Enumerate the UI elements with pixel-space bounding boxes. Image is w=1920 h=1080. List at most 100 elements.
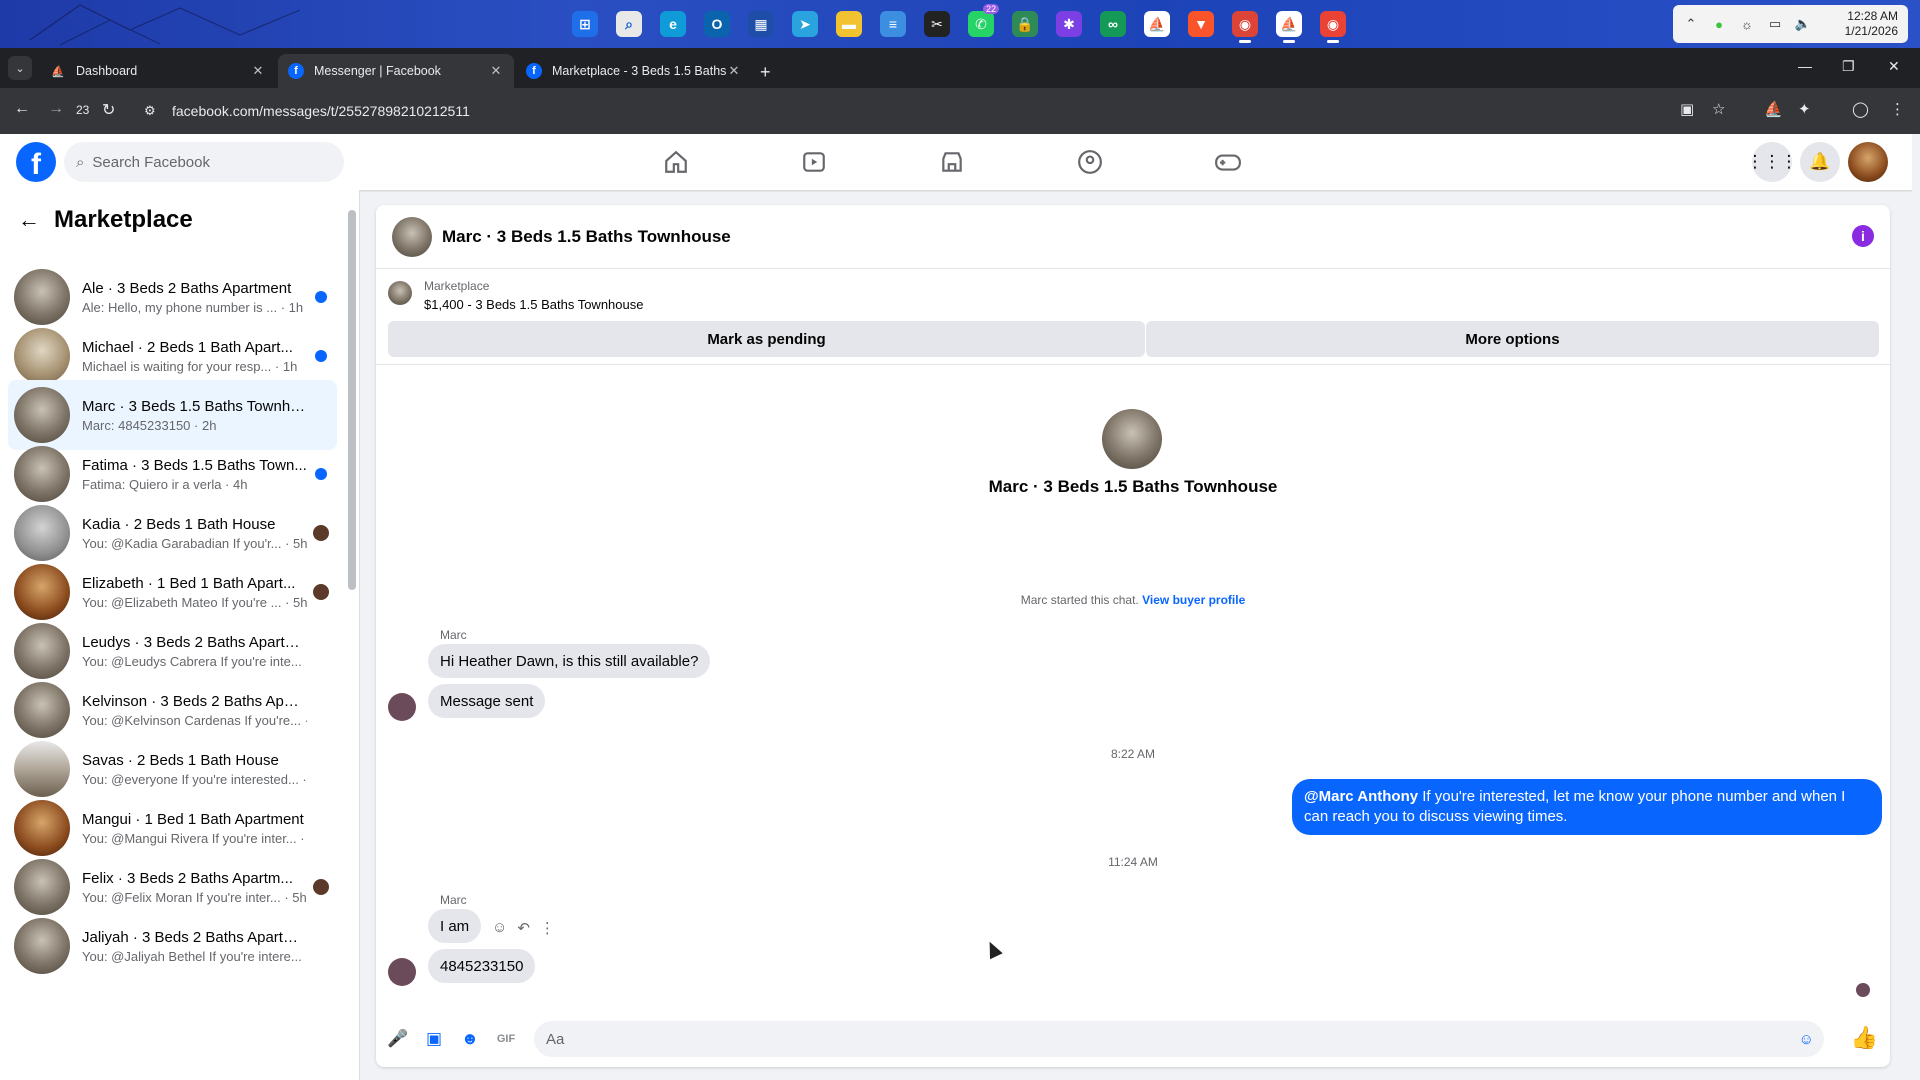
microphone-icon[interactable]: 🎤 [380, 1021, 416, 1057]
mention[interactable]: @Marc Anthony [1304, 788, 1418, 805]
close-tab-icon[interactable]: ✕ [250, 63, 266, 79]
account-avatar[interactable] [1848, 142, 1888, 182]
forward-icon[interactable]: → [48, 100, 64, 118]
sender-avatar[interactable] [388, 693, 416, 721]
react-emoji-icon[interactable]: ☺ [492, 919, 507, 937]
profile-icon[interactable]: ◯ [1852, 100, 1869, 118]
brave-icon[interactable]: ▼ [1181, 4, 1221, 44]
sailboat-app-2-icon[interactable]: ⛵ [1269, 4, 1309, 44]
chrome-icon[interactable]: ◉ [1225, 4, 1265, 44]
telegram-icon[interactable]: ➤ [785, 4, 825, 44]
edge-icon[interactable]: e [653, 4, 693, 44]
store-icon[interactable]: ▦ [741, 4, 781, 44]
video-icon[interactable] [758, 134, 870, 190]
outlook-icon[interactable]: O [697, 4, 737, 44]
page-scrollbar[interactable] [1912, 134, 1920, 1080]
more-options-button[interactable]: More options [1146, 321, 1879, 357]
file-explorer-icon[interactable]: ▬ [829, 4, 869, 44]
windows-start-icon[interactable]: ⊞ [565, 4, 605, 44]
app-glyph: ⌕ [616, 11, 642, 37]
sender-avatar[interactable] [388, 958, 416, 986]
view-buyer-profile-link[interactable]: View buyer profile [1142, 593, 1245, 607]
conversation-preview: You: @Kadia Garabadian If you'r... · 5h [82, 535, 307, 551]
sticker-icon[interactable]: ☻ [452, 1021, 488, 1057]
close-tab-icon[interactable]: ✕ [488, 63, 504, 79]
whatsapp-icon[interactable]: ✆ 22 [961, 4, 1001, 44]
notepad-icon[interactable]: ≡ [873, 4, 913, 44]
message-bubble[interactable]: Message sent [428, 684, 546, 718]
intro-avatar[interactable] [1102, 409, 1162, 469]
groups-icon[interactable] [1034, 134, 1146, 190]
chevron-up-icon[interactable]: ⌃ [1683, 16, 1699, 32]
address-bar[interactable]: ⚙ facebook.com/messages/t/25527898210212… [140, 94, 1670, 128]
capcut-icon[interactable]: ✂ [917, 4, 957, 44]
clock-date: 1/21/2026 [1844, 24, 1898, 38]
close-window-icon[interactable]: ✕ [1888, 58, 1900, 75]
listing-thumbnail [14, 918, 70, 974]
idea-bulb-icon[interactable]: ✱ [1049, 4, 1089, 44]
more-actions-icon[interactable]: ⋮ [540, 919, 555, 937]
app-glyph: ≡ [880, 11, 906, 37]
message-input[interactable]: Aa ☺ [534, 1021, 1824, 1057]
conversation-name: Leudys · 3 Beds 2 Baths Apartm... [82, 633, 307, 651]
notifications-bell-icon[interactable]: 🔔 [1800, 142, 1840, 182]
conversation-preview: You: @Felix Moran If you're inter... · 5… [82, 889, 307, 905]
extension-sailboat-icon[interactable]: ⛵ [1764, 100, 1783, 118]
message-bubble[interactable]: 4845233150 [428, 949, 536, 983]
app-glyph: ✆ [968, 11, 994, 37]
emoji-icon[interactable]: ☺ [1799, 1031, 1814, 1048]
chrome-profile-icon[interactable]: ◉ [1313, 4, 1353, 44]
volume-icon[interactable]: 🔈 [1795, 16, 1811, 32]
browser-tab-messenger[interactable]: f Messenger | Facebook ✕ [278, 54, 514, 88]
install-app-icon[interactable]: ▣ [1680, 100, 1694, 118]
browser-tab-marketplace[interactable]: f Marketplace - 3 Beds 1.5 Baths ✕ [516, 54, 752, 88]
message-bubble[interactable]: I am [428, 909, 482, 943]
info-icon[interactable]: i [1852, 225, 1874, 247]
reload-icon[interactable]: ↻ [102, 100, 115, 120]
gif-icon[interactable]: GIF [488, 1021, 524, 1057]
minimize-icon[interactable]: — [1798, 58, 1812, 74]
photo-icon[interactable]: ▣ [416, 1021, 452, 1057]
sailboat-app-icon[interactable]: ⛵ [1137, 4, 1177, 44]
system-clock[interactable]: 12:28 AM 1/21/2026 [1845, 9, 1898, 39]
site-info-icon[interactable]: ⚙ [144, 103, 156, 119]
chat-started-note: Marc started this chat. View buyer profi… [376, 593, 1890, 607]
browser-menu-icon[interactable]: ⋮ [1890, 100, 1905, 118]
facebook-logo-icon[interactable]: f [16, 142, 56, 182]
home-icon[interactable] [620, 134, 732, 190]
extensions-puzzle-icon[interactable]: ✦ [1798, 100, 1811, 118]
thumbs-up-icon[interactable]: 👍 [1851, 1025, 1878, 1051]
marketplace-icon[interactable] [896, 134, 1008, 190]
gaming-icon[interactable] [1172, 134, 1284, 190]
back-icon[interactable]: ← [14, 100, 30, 118]
listing-thumbnail [14, 859, 70, 915]
chat-avatar[interactable] [392, 216, 432, 257]
scrollbar[interactable] [348, 210, 356, 590]
browser-tab-dashboard[interactable]: ⛵ Dashboard ✕ [40, 54, 276, 88]
message-bubble[interactable]: Hi Heather Dawn, is this still available… [428, 644, 711, 678]
menu-grid-icon[interactable]: ⋮⋮⋮ [1747, 142, 1798, 182]
bookmark-star-icon[interactable]: ☆ [1712, 100, 1725, 118]
search-icon[interactable]: ⌕ [609, 4, 649, 44]
restore-icon[interactable]: ❐ [1842, 58, 1855, 75]
chat-title[interactable]: Marc · 3 Beds 1.5 Baths Townhouse [442, 227, 731, 247]
conversation-text: Savas · 2 Beds 1 Bath House You: @everyon… [82, 752, 337, 787]
conversation-text: Elizabeth · 1 Bed 1 Bath Apart... You: @E… [82, 575, 337, 610]
conversation-preview: Ale: Hello, my phone number is ... · 1h [82, 299, 304, 315]
outgoing-message-bubble[interactable]: @Marc Anthony If you're interested, let … [1292, 779, 1882, 835]
mark-as-pending-button[interactable]: Mark as pending [388, 321, 1145, 357]
network-icon[interactable]: ▭ [1767, 16, 1783, 32]
listing-price[interactable]: $1,400 - 3 Beds 1.5 Baths Townhouse [424, 297, 643, 312]
back-arrow-icon[interactable]: ← [18, 207, 40, 233]
search-input[interactable]: ⌕ Search Facebook [64, 142, 344, 182]
reply-icon[interactable]: ↶ [517, 919, 530, 937]
infinity-app-icon[interactable]: ∞ [1093, 4, 1133, 44]
conversation-item[interactable]: Jaliyah · 3 Beds 2 Baths Apartme... You: … [8, 911, 337, 981]
password-manager-icon[interactable]: 🔒 [1005, 4, 1045, 44]
tab-count[interactable]: 23 [76, 103, 89, 117]
new-tab-icon[interactable]: + [760, 62, 771, 83]
close-tab-icon[interactable]: ✕ [726, 63, 742, 79]
system-tray[interactable]: ⌃ ● ☼ ▭ 🔈 12:28 AM 1/21/2026 [1673, 5, 1908, 43]
brightness-icon[interactable]: ☼ [1739, 16, 1755, 32]
tab-search-button[interactable]: ⌄ [8, 56, 32, 80]
